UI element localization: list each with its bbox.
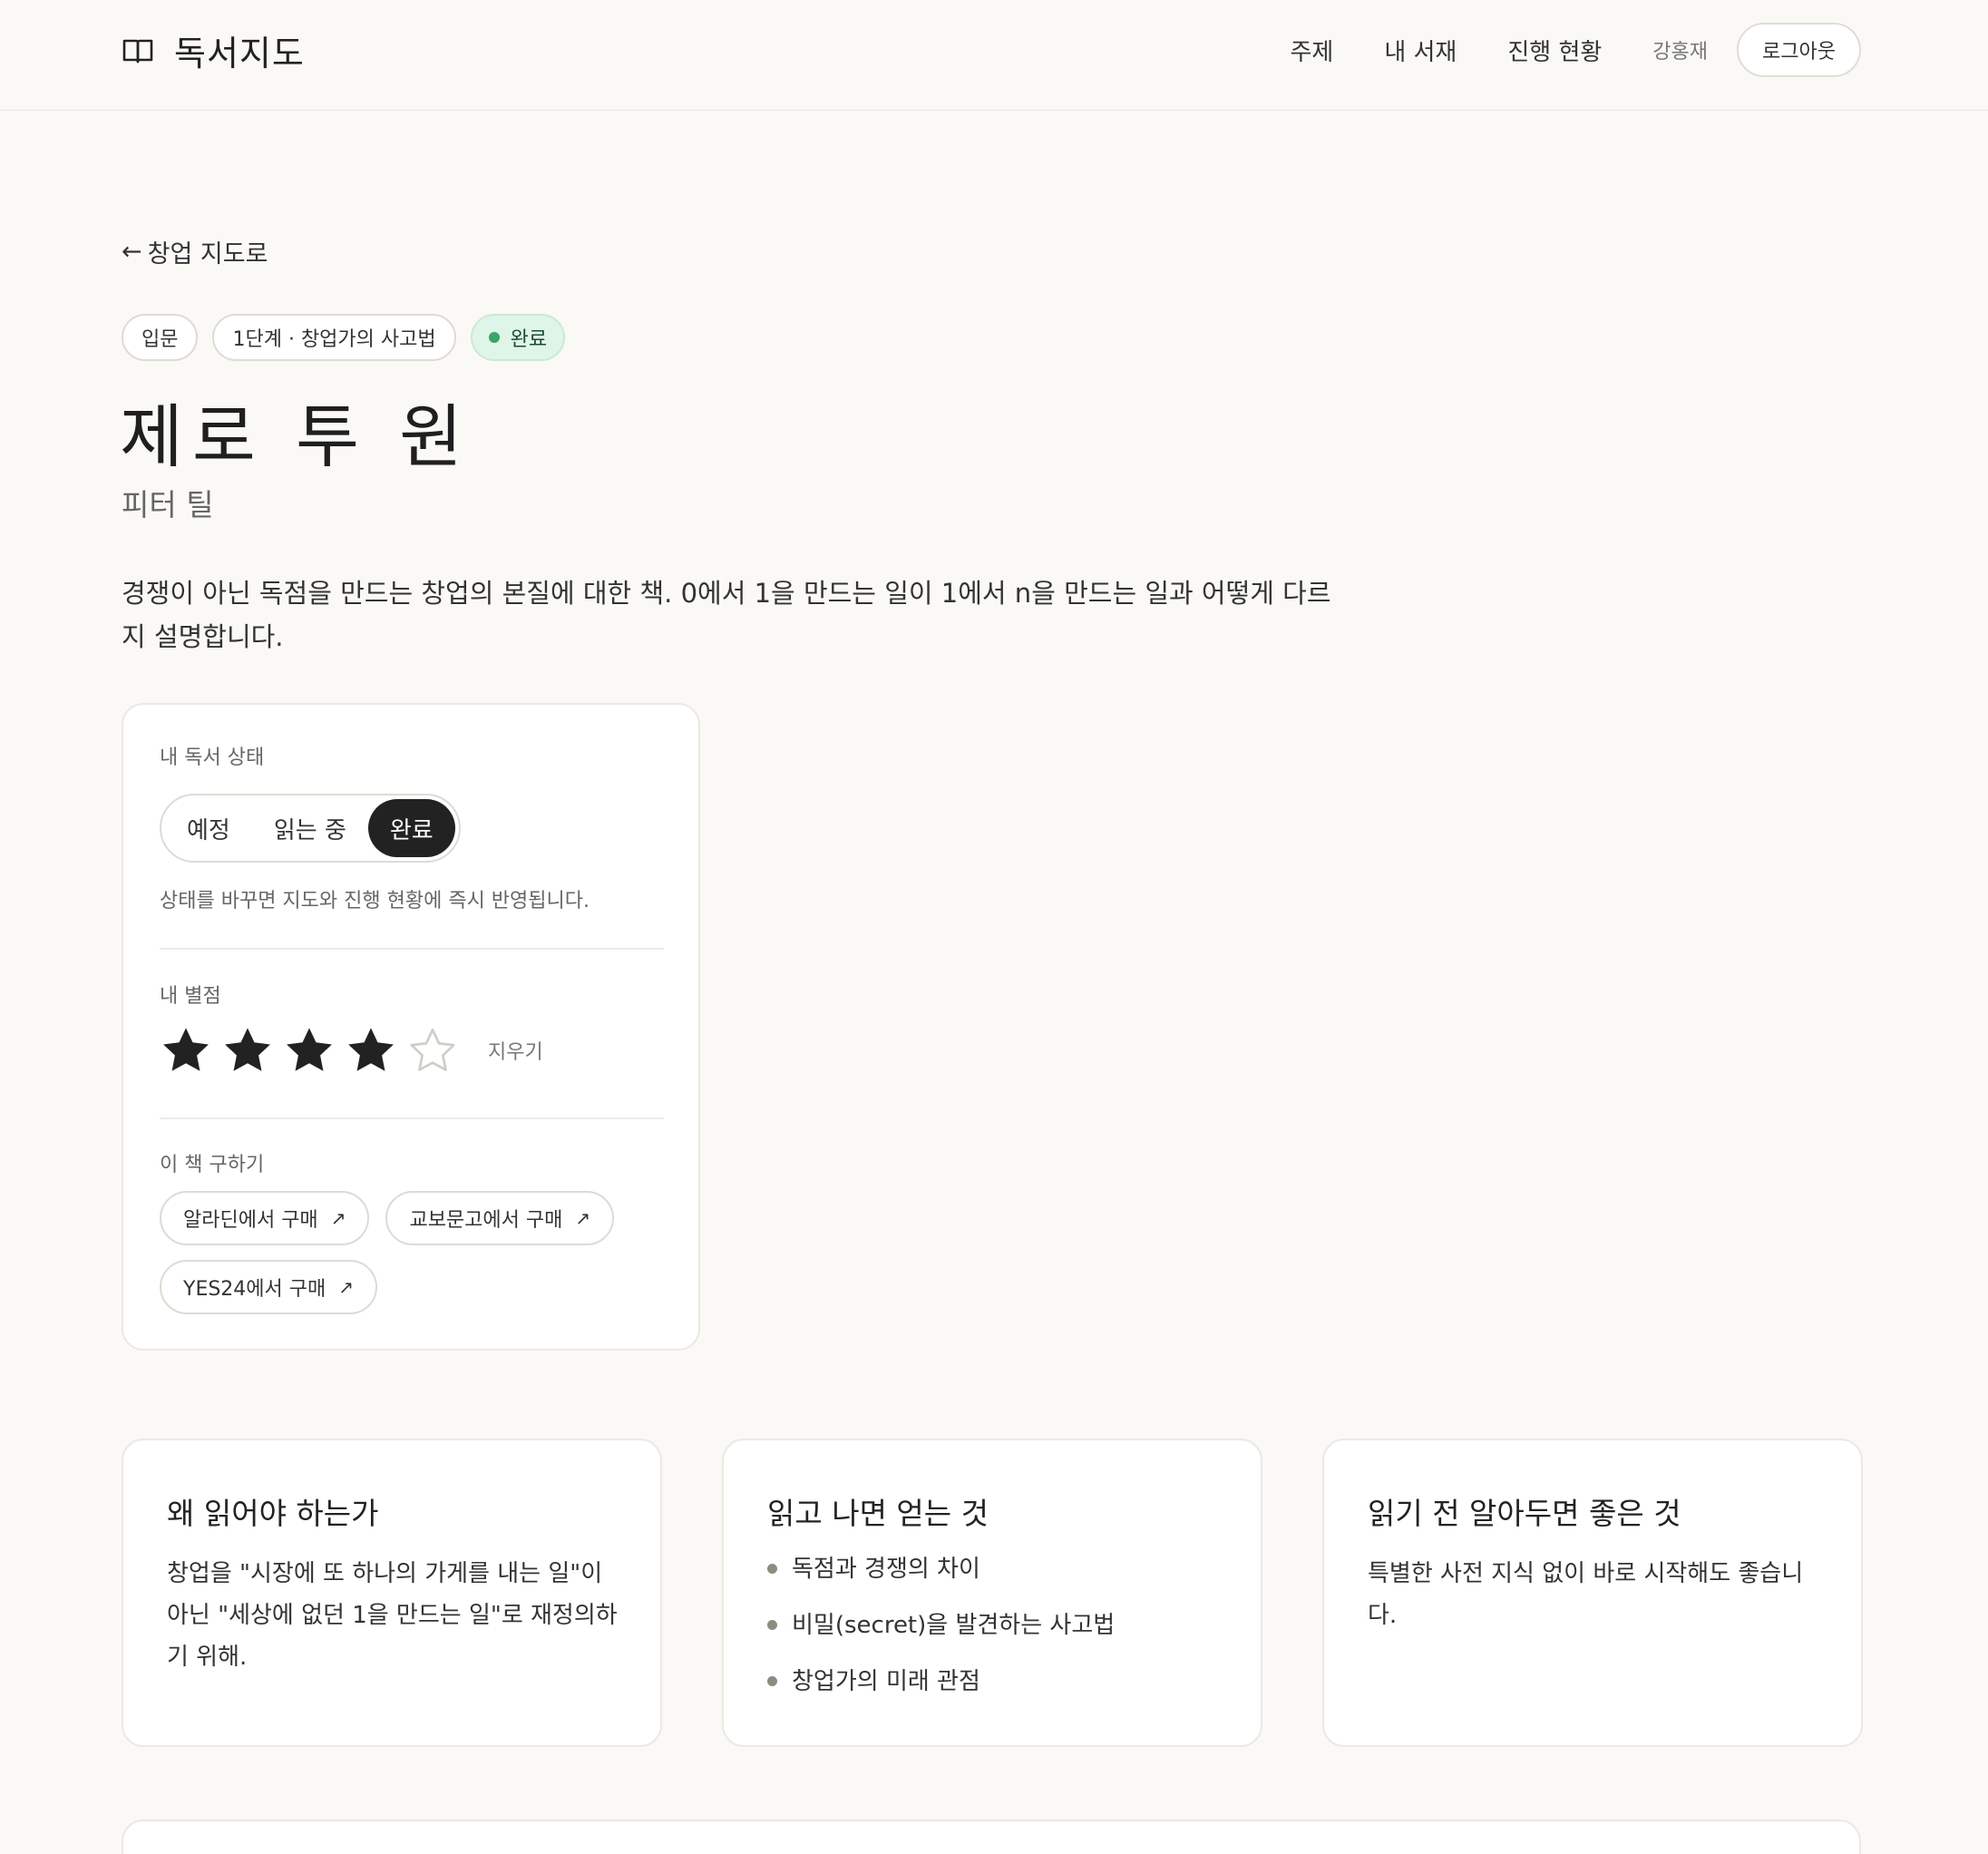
back-link-label: 창업 지도로 <box>147 240 268 268</box>
gains-title: 읽고 나면 얻는 것 <box>767 1496 989 1531</box>
status-hint: 상태를 바꾸면 지도와 진행 현황에 즉시 반영됩니다. <box>160 890 590 912</box>
list-item: 창업가의 미래 관점 <box>767 1665 1115 1722</box>
star-rating: 지우기 <box>160 1024 543 1077</box>
book-description: 경쟁이 아닌 독점을 만드는 창업의 본질에 대한 책. 0에서 1을 만드는 … <box>122 578 1331 652</box>
book-tags: 입문 1단계 · 창업가의 사고법 완료 <box>122 314 566 361</box>
gains-card: 읽고 나면 얻는 것 독점과 경쟁의 차이 비밀(secret)을 발견하는 사… <box>722 1439 1262 1747</box>
main-nav: 주제 내 서재 진행 현황 강홍재 로그아웃 <box>1290 23 1861 77</box>
buy-yes24-label: YES24에서 구매 <box>183 1278 326 1301</box>
external-link-icon: ↗ <box>575 1207 591 1229</box>
status-option-reading[interactable]: 읽는 중 <box>252 799 368 857</box>
book-author: 피터 틸 <box>122 487 214 522</box>
before-reading-card: 읽기 전 알아두면 좋은 것 특별한 사전 지식 없이 바로 시작해도 좋습니다… <box>1322 1439 1863 1747</box>
gain-item-text: 비밀(secret)을 발견하는 사고법 <box>792 1612 1116 1639</box>
external-link-icon: ↗ <box>330 1207 346 1229</box>
nav-progress[interactable]: 진행 현황 <box>1507 34 1602 67</box>
buy-aladin-button[interactable]: 알라딘에서 구매 ↗ <box>160 1191 370 1245</box>
gain-item-text: 창업가의 미래 관점 <box>792 1668 980 1695</box>
status-badge: 완료 <box>470 314 566 361</box>
bullet-icon <box>767 1620 777 1630</box>
status-segmented-control: 예정 읽는 중 완료 <box>160 794 461 863</box>
buy-aladin-label: 알라딘에서 구매 <box>183 1209 318 1232</box>
stage-tag: 1단계 · 창업가의 사고법 <box>212 314 456 361</box>
why-read-card: 왜 읽어야 하는가 창업을 "시장에 또 하나의 가게를 내는 일"이 아닌 "… <box>122 1439 662 1747</box>
status-badge-label: 완료 <box>510 328 548 351</box>
rating-label: 내 별점 <box>160 985 221 1008</box>
reading-status-card: 내 독서 상태 예정 읽는 중 완료 상태를 바꾸면 지도와 진행 현황에 즉시… <box>122 703 700 1351</box>
list-item: 독점과 경쟁의 차이 <box>767 1553 1115 1609</box>
status-option-planned[interactable]: 예정 <box>165 799 252 857</box>
star-5-icon[interactable] <box>406 1024 459 1077</box>
bullet-icon <box>767 1676 777 1686</box>
why-read-title: 왜 읽어야 하는가 <box>167 1496 379 1531</box>
star-3-icon[interactable] <box>283 1024 336 1077</box>
book-title: 제로 투 원 <box>120 396 472 477</box>
star-1-icon[interactable] <box>160 1024 212 1077</box>
buy-links-row: 알라딘에서 구매 ↗ 교보문고에서 구매 ↗ <box>160 1191 615 1245</box>
next-section-card <box>122 1820 1861 1854</box>
list-item: 비밀(secret)을 발견하는 사고법 <box>767 1609 1115 1665</box>
why-read-body: 창업을 "시장에 또 하나의 가게를 내는 일"이 아닌 "세상에 없던 1을 … <box>167 1560 618 1671</box>
top-header: 독서지도 주제 내 서재 진행 현황 강홍재 로그아웃 <box>0 0 1988 111</box>
open-book-icon <box>122 39 153 63</box>
user-name: 강홍재 <box>1652 41 1709 63</box>
brand-name: 독서지도 <box>174 34 305 73</box>
buy-yes24-button[interactable]: YES24에서 구매 ↗ <box>160 1260 378 1314</box>
status-dot-icon <box>488 332 500 343</box>
nav-my-library[interactable]: 내 서재 <box>1384 34 1457 67</box>
external-link-icon: ↗ <box>338 1276 355 1298</box>
star-4-icon[interactable] <box>345 1024 397 1077</box>
nav-topics[interactable]: 주제 <box>1290 34 1333 67</box>
level-tag: 입문 <box>122 314 199 361</box>
status-option-done[interactable]: 완료 <box>367 799 455 857</box>
bullet-icon <box>767 1564 777 1574</box>
before-reading-body: 특별한 사전 지식 없이 바로 시작해도 좋습니다. <box>1368 1560 1804 1629</box>
buy-links-row: YES24에서 구매 ↗ <box>160 1260 378 1314</box>
divider <box>160 1117 664 1119</box>
buy-label: 이 책 구하기 <box>160 1154 265 1176</box>
back-link[interactable]: ← 창업 지도로 <box>122 234 268 269</box>
status-label: 내 독서 상태 <box>160 746 265 769</box>
gains-list: 독점과 경쟁의 차이 비밀(secret)을 발견하는 사고법 창업가의 미래 … <box>767 1553 1115 1722</box>
logout-button[interactable]: 로그아웃 <box>1737 23 1861 77</box>
buy-kyobo-label: 교보문고에서 구매 <box>409 1209 563 1232</box>
divider <box>160 948 664 950</box>
arrow-left-icon: ← <box>122 238 142 266</box>
brand[interactable]: 독서지도 <box>122 25 305 75</box>
before-reading-title: 읽기 전 알아두면 좋은 것 <box>1368 1496 1681 1531</box>
gain-item-text: 독점과 경쟁의 차이 <box>792 1556 980 1583</box>
buy-kyobo-button[interactable]: 교보문고에서 구매 ↗ <box>385 1191 615 1245</box>
clear-rating-button[interactable]: 지우기 <box>488 1036 543 1065</box>
star-2-icon[interactable] <box>221 1024 274 1077</box>
